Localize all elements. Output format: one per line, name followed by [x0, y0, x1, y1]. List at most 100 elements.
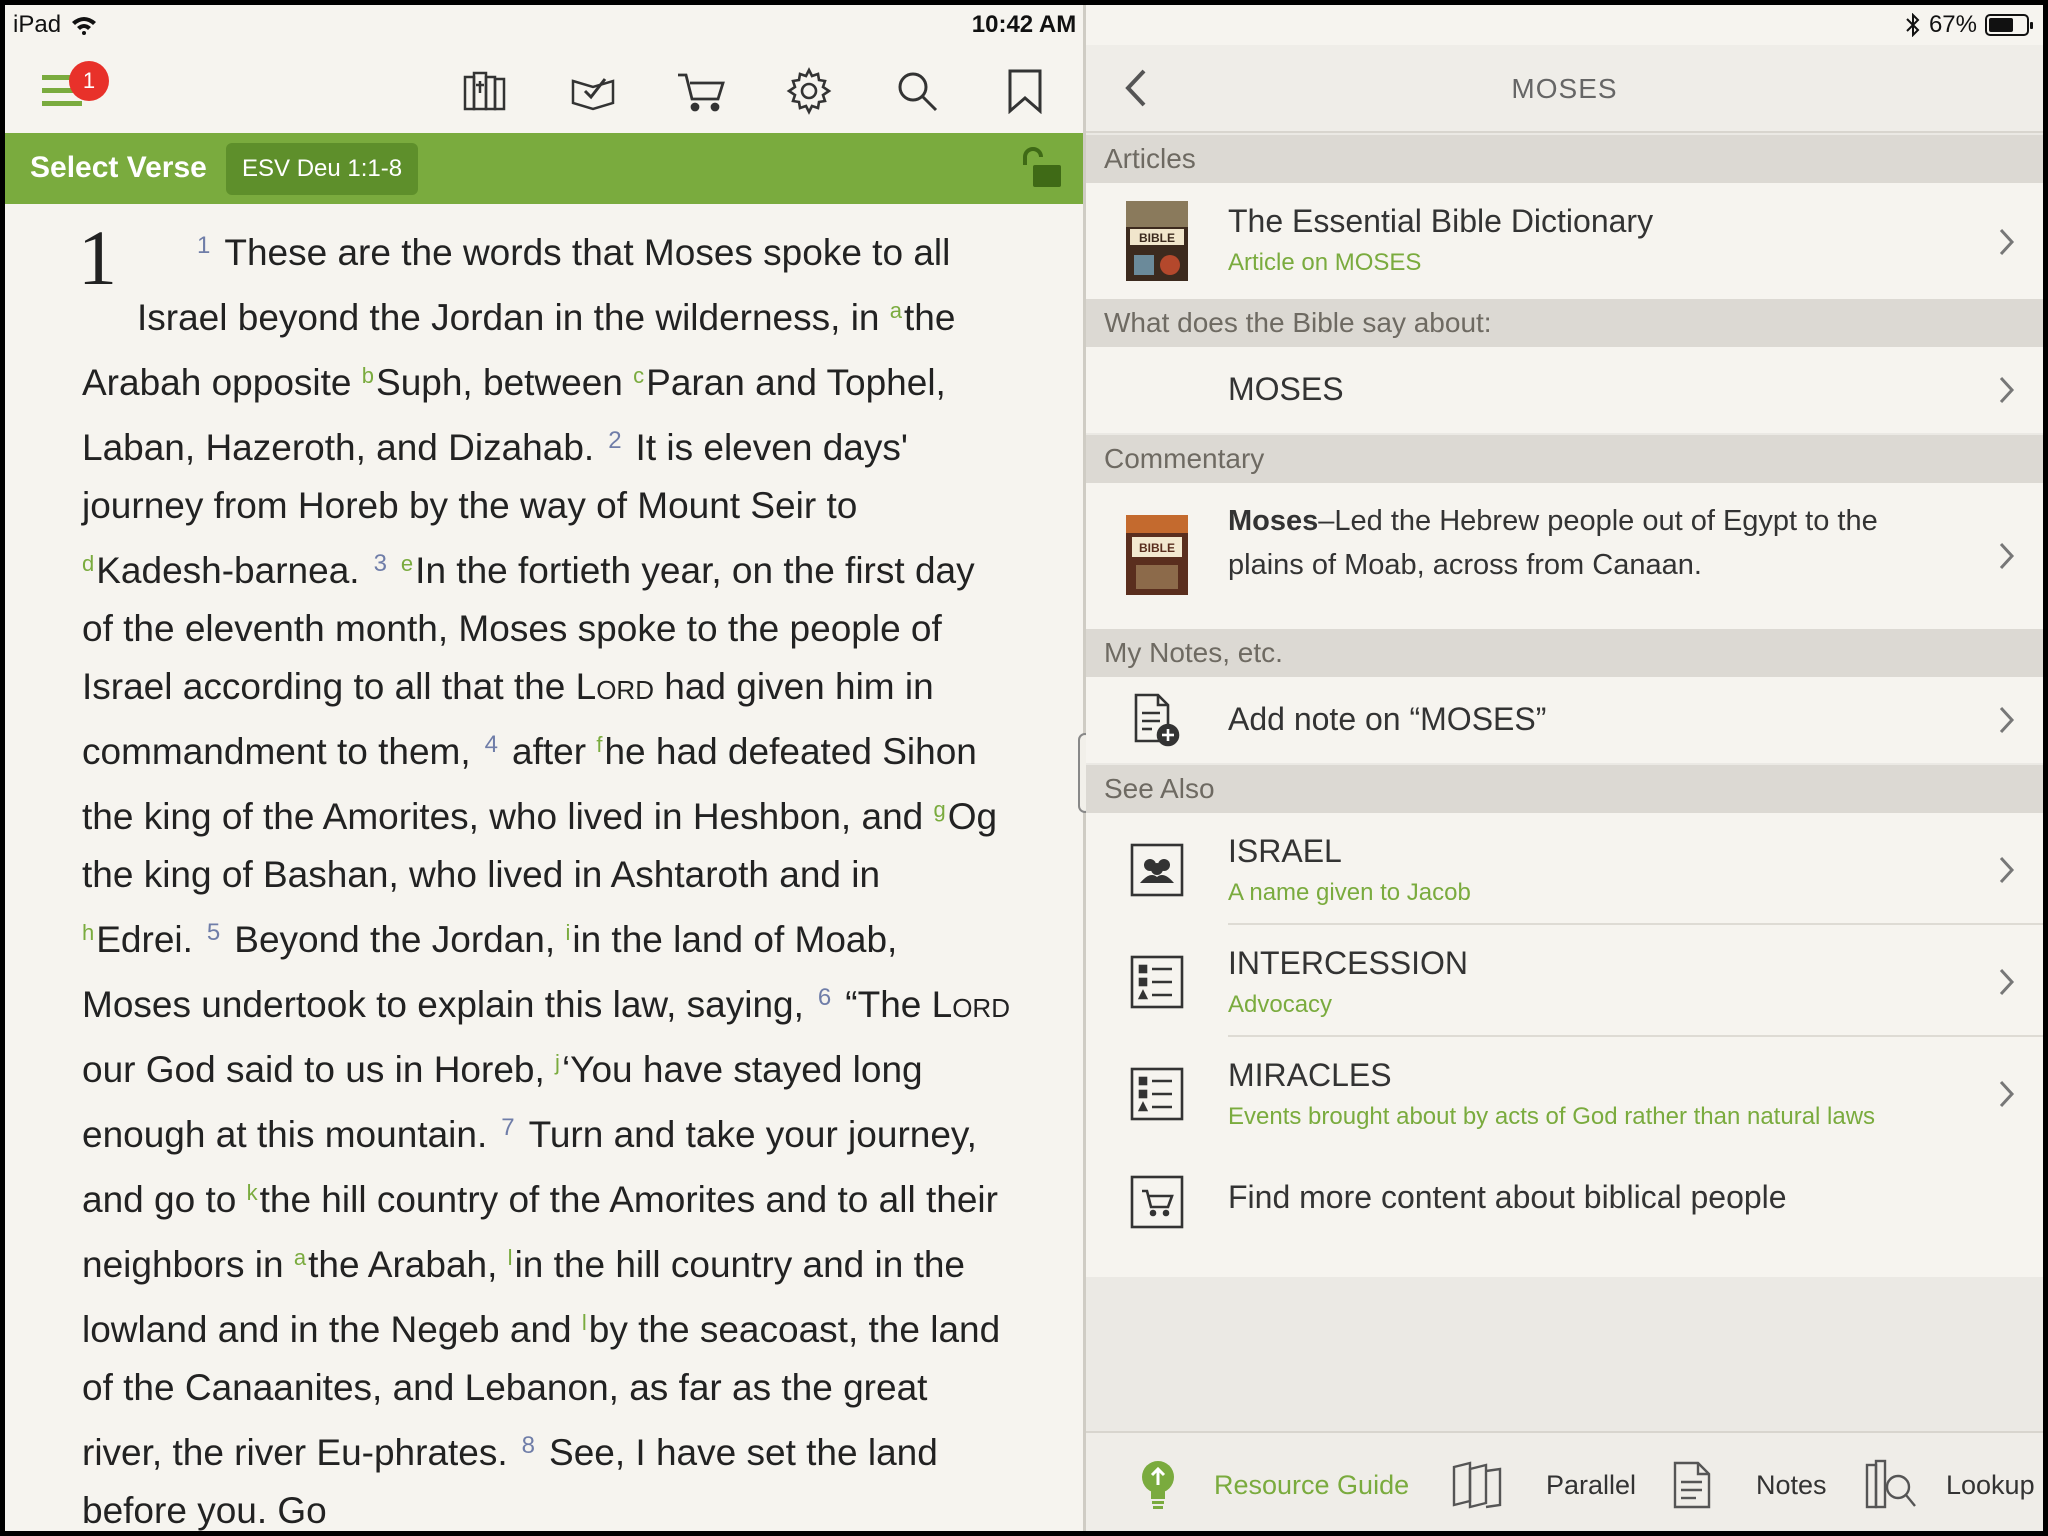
verse-number[interactable]: 3 [374, 550, 387, 577]
verse-number[interactable]: 6 [818, 984, 831, 1011]
add-note-label: Add note on “MOSES” [1228, 701, 1547, 737]
unlock-icon[interactable] [1013, 147, 1065, 189]
chevron-right-icon [1997, 539, 2017, 573]
see-also-subtitle: Events brought about by acts of God rath… [1228, 1103, 1876, 1130]
verse-selection-bar: Select Verse ESV Deu 1:1-8 [5, 133, 1083, 204]
tab-notes[interactable]: Notes [1672, 1457, 1827, 1513]
commentary-bold-term: Moses [1228, 505, 1319, 537]
chevron-right-icon [1997, 225, 2017, 259]
verse-text: These are the words that Moses spoke to … [137, 232, 951, 338]
app-window: 1 Select Verse ESV Deu 1:1-8 1 1 These a… [5, 5, 2043, 1531]
divine-name: Lord [931, 984, 1010, 1025]
footnote-marker[interactable]: a [890, 298, 902, 323]
article-subtitle: Article on MOSES [1228, 249, 1422, 276]
bible-reader-panel: 1 Select Verse ESV Deu 1:1-8 1 1 These a… [5, 5, 1083, 1531]
battery-icon [1985, 14, 2033, 36]
section-header-see-also: See Also [1086, 765, 2043, 813]
chapter-number: 1 [78, 214, 117, 301]
see-also-row-miracles[interactable]: MIRACLES Events brought about by acts of… [1086, 1037, 2043, 1149]
book-cover-thumbnail: BIBLE [1126, 201, 1188, 281]
parallel-books-icon [1452, 1461, 1502, 1509]
see-also-subtitle: Advocacy [1228, 991, 1333, 1018]
notification-badge: 1 [69, 61, 109, 101]
chevron-right-icon [1997, 965, 2017, 999]
commentary-row[interactable]: BIBLE Moses–Led the Hebrew people out of… [1086, 483, 2043, 629]
tab-label: Resource Guide [1214, 1469, 1410, 1500]
tab-resource-guide[interactable]: Resource Guide [1138, 1457, 1409, 1513]
chevron-right-icon [1997, 373, 2017, 407]
lookup-icon [1865, 1459, 1916, 1509]
bluetooth-icon [1906, 13, 1920, 37]
reading-plan-icon[interactable] [565, 63, 621, 119]
tab-parallel[interactable]: Parallel [1450, 1457, 1636, 1513]
bookmark-icon[interactable] [997, 63, 1053, 119]
gear-icon[interactable] [781, 63, 837, 119]
footnote-marker[interactable]: f [596, 732, 602, 757]
verse-number[interactable]: 5 [207, 919, 220, 946]
footnote-marker[interactable]: h [82, 920, 94, 945]
chevron-right-icon [1997, 1077, 2017, 1111]
verse-text: after [512, 731, 597, 772]
tab-lookup[interactable]: Lookup [1864, 1457, 2035, 1513]
verse-text: the Arabah, [308, 1244, 508, 1285]
clock: 10:42 AM [971, 11, 1077, 38]
footnote-marker[interactable]: k [247, 1180, 258, 1205]
section-header-notes: My Notes, etc. [1086, 629, 2043, 677]
tab-label: Lookup [1946, 1469, 2035, 1500]
chevron-right-icon [1997, 853, 2017, 887]
footnote-marker[interactable]: e [401, 551, 413, 576]
see-also-row-intercession[interactable]: INTERCESSION Advocacy [1086, 925, 2043, 1037]
lightbulb-icon [1142, 1461, 1174, 1509]
footnote-marker[interactable]: i [565, 920, 570, 945]
footnote-marker[interactable]: l [582, 1310, 587, 1335]
bottom-tab-bar: Resource Guide Parallel Notes Lookup [1086, 1431, 2043, 1531]
library-icon[interactable] [457, 63, 513, 119]
cart-icon [1130, 1175, 1184, 1229]
tab-label: Parallel [1546, 1469, 1637, 1500]
find-more-label: Find more content about biblical people [1228, 1179, 1787, 1215]
see-also-row-israel[interactable]: ISRAEL A name given to Jacob [1086, 813, 2043, 925]
resource-guide-panel: MOSES Articles BIBLE The Essential Bible… [1086, 45, 2043, 1531]
chevron-right-icon [1997, 703, 2017, 737]
verse-text: “The [845, 984, 932, 1025]
find-more-row[interactable]: Find more content about biblical people [1086, 1149, 2043, 1277]
footnote-marker[interactable]: c [633, 363, 644, 388]
verse-number[interactable]: 8 [522, 1432, 535, 1459]
scripture-text: 1 1 These are the words that Moses spoke t… [78, 217, 1012, 1532]
verse-number[interactable]: 1 [197, 232, 210, 259]
book-cover-thumbnail: BIBLE [1126, 515, 1188, 595]
cover-title: BIBLE [1139, 231, 1175, 245]
select-verse-button[interactable]: Select Verse [30, 151, 207, 185]
article-title: The Essential Bible Dictionary [1228, 203, 1654, 239]
cover-title: BIBLE [1139, 541, 1175, 555]
footnote-marker[interactable]: g [934, 797, 946, 822]
section-header-bible-says: What does the Bible say about: [1086, 299, 2043, 347]
footnote-marker[interactable]: a [294, 1245, 306, 1270]
search-icon[interactable] [889, 63, 945, 119]
footnote-marker[interactable]: b [362, 363, 374, 388]
bible-topic-row[interactable]: MOSES [1086, 347, 2043, 433]
battery-percent: 67% [1928, 11, 1977, 38]
list-icon [1130, 955, 1184, 1009]
see-also-title: ISRAEL [1228, 833, 1342, 869]
status-bar: iPad 10:42 AM 67% [5, 5, 2043, 45]
reference-button[interactable]: ESV Deu 1:1-8 [226, 143, 419, 195]
commentary-description: –Led the Hebrew people out of Egypt to t… [1228, 505, 1878, 581]
footnote-marker[interactable]: j [555, 1050, 560, 1075]
see-also-title: MIRACLES [1228, 1057, 1392, 1093]
verse-text: Kadesh-barnea. [96, 550, 360, 591]
cart-icon[interactable] [673, 63, 729, 119]
article-row[interactable]: BIBLE The Essential Bible Dictionary Art… [1086, 183, 2043, 299]
tab-label: Notes [1756, 1469, 1827, 1500]
add-note-icon [1130, 693, 1184, 747]
add-note-row[interactable]: Add note on “MOSES” [1086, 677, 2043, 763]
list-icon [1130, 1067, 1184, 1121]
verse-number[interactable]: 7 [501, 1114, 514, 1141]
footnote-marker[interactable]: d [82, 551, 94, 576]
footnote-marker[interactable]: l [508, 1245, 513, 1270]
verse-number[interactable]: 2 [608, 427, 621, 454]
verse-number[interactable]: 4 [485, 731, 498, 758]
see-also-subtitle: A name given to Jacob [1228, 879, 1471, 906]
people-icon [1130, 843, 1184, 897]
verse-text: Suph, between [376, 362, 634, 403]
